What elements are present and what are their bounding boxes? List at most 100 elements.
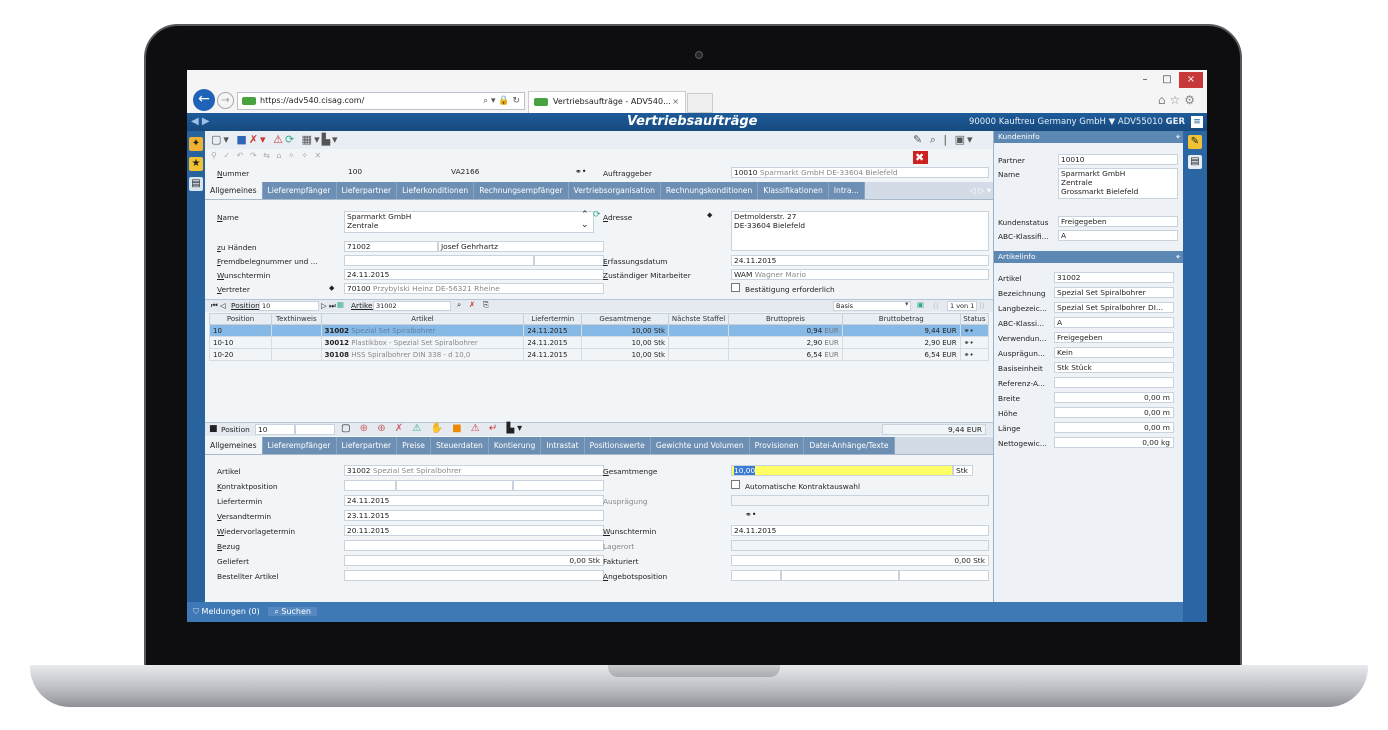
table-row[interactable]: 10-10 30012 Plastikbox - Spezial Set Spir… (208, 336, 990, 349)
window-list-icon[interactable]: ▤ (189, 177, 203, 191)
tab-close-icon[interactable]: × (672, 92, 679, 112)
search-icon[interactable]: ⌕ (457, 300, 461, 310)
new-tab-button[interactable] (687, 93, 713, 113)
fremdbeleg-input[interactable] (344, 255, 534, 266)
browser-tab[interactable]: Vertriebsaufträge - ADV540... × (528, 91, 686, 113)
pd-bestellt-input[interactable] (344, 570, 604, 581)
pd-gesamt-unit[interactable]: Stk (953, 465, 973, 476)
dropdown-chevron-icon[interactable]: ▾ (905, 300, 909, 308)
vertreter-input[interactable]: 70100 Przybylski Heinz DE-56321 Rheine (344, 283, 604, 294)
forward-icon[interactable]: → (217, 92, 234, 109)
chevron-updown-icon[interactable]: ⌃ ⌄ (581, 210, 589, 230)
erfassung-input[interactable]: 24.11.2015 (731, 255, 989, 266)
tab-pos-8[interactable]: Gewichte und Volumen (650, 437, 750, 454)
print-icon[interactable]: ▦▾ (302, 133, 322, 146)
clear-icon[interactable]: ✗ (469, 300, 475, 309)
notes-icon[interactable]: ✎ (1188, 135, 1202, 149)
bestaetigung-checkbox[interactable] (731, 283, 740, 292)
tab-pos-3[interactable]: Preise (397, 437, 431, 454)
tab-pos-6[interactable]: Intrastat (541, 437, 585, 454)
app-nav-arrows-icon[interactable]: ◀ ▶ (191, 113, 210, 131)
pd-bezug-input[interactable] (344, 540, 604, 551)
col-header[interactable]: Position (208, 313, 273, 325)
next-last-icon[interactable]: ▷ ⏭ (321, 301, 336, 311)
nummer2-input[interactable]: VA2166 (449, 167, 569, 178)
back-icon[interactable]: ← (193, 89, 215, 111)
col-header[interactable]: Status (959, 313, 990, 325)
tab-top-6[interactable]: Rechnungskonditionen (660, 182, 759, 199)
documents-icon[interactable]: ▤ (1188, 155, 1202, 169)
pd-lookup-icon[interactable]: ⚭• (745, 510, 756, 519)
position-nav-input[interactable]: 10 (259, 301, 319, 311)
position-bar-input-2[interactable] (295, 424, 335, 435)
chart-icon[interactable]: ▙▾ (322, 133, 340, 146)
maximize-button[interactable]: □ (1157, 72, 1177, 88)
app-context[interactable]: 90000 Kauftreu Germany GmbH ▼ ADV55010 G… (969, 113, 1185, 131)
pd-gesamt-input[interactable]: 10,00 (731, 465, 953, 476)
pd-artikel-input[interactable]: 31002 Spezial Set Spiralbohrer (344, 465, 604, 476)
col-header[interactable]: Bruttobetrag (841, 313, 961, 325)
tab-top-1[interactable]: Lieferempfänger (262, 182, 337, 199)
tab-pos-1[interactable]: Lieferempfänger (262, 437, 337, 454)
pager-next-icon[interactable]: ⟩⟩ (979, 301, 985, 310)
grid-icon[interactable]: ▦ (337, 300, 344, 309)
minimize-button[interactable]: – (1135, 72, 1155, 88)
tab-top-3[interactable]: Lieferkonditionen (397, 182, 475, 199)
zuhanden-name-input[interactable]: Josef Gehrhartz (438, 241, 604, 252)
col-header[interactable]: Gesamtmenge (581, 313, 670, 325)
fremdbeleg-input-2[interactable] (534, 255, 604, 266)
tab-pos-10[interactable]: Datei-Anhänge/Texte (804, 437, 895, 454)
name-input[interactable]: Sparmarkt GmbH Zentrale (344, 211, 594, 233)
artikel-nav-input[interactable]: 31002 (373, 301, 451, 311)
delete-icon[interactable]: ✗▾ (249, 133, 268, 146)
auftraggeber-input[interactable]: 10010 Sparmarkt GmbH DE-33604 Bielefeld (731, 167, 989, 178)
pd-angebot-input-3[interactable] (899, 570, 989, 581)
mitarbeiter-input[interactable]: WAM Wagner Mario (731, 269, 989, 280)
position-actions-icons[interactable]: ▢ ⊕ ⊕ ✗ ⚠ ✋ ■ ⚠ ↵ ▙▾ (341, 423, 525, 434)
pin-icon[interactable]: ⌖ (1176, 131, 1180, 143)
suchen-button[interactable]: ⌕ Suchen (268, 607, 317, 616)
adresse-input[interactable]: Detmolderstr. 27 DE-33604 Bielefeld (731, 211, 989, 251)
search-refresh-icon[interactable]: ⌕ ▾ 🔒 ↻ (483, 93, 520, 109)
tab-scroll-arrows-icon[interactable]: ◁ ▷ ▾ (970, 182, 991, 199)
pd-angebot-input-1[interactable] (731, 570, 781, 581)
menu-icon[interactable]: ≡ (1191, 116, 1203, 128)
close-button[interactable]: × (1179, 72, 1203, 88)
tab-pos-0[interactable]: Allgemeines (205, 437, 263, 454)
tab-top-8[interactable]: Intra... (828, 182, 865, 199)
save-icon[interactable]: ■ (236, 133, 248, 146)
pd-versand-input[interactable]: 23.11.2015 (344, 510, 604, 521)
wunsch-input[interactable]: 24.11.2015 (344, 269, 604, 280)
table-row[interactable]: 10 31002 Spezial Set Spiralbohrer 24.11.20… (208, 324, 990, 337)
basis-select[interactable]: Basis (833, 301, 911, 311)
pin-icon[interactable]: ⌖ (1176, 251, 1180, 263)
new-doc-icon[interactable]: ▢▾ (211, 133, 231, 146)
col-header[interactable]: Texthinweis (271, 313, 322, 325)
partner-lookup-icon[interactable]: ⚭• (575, 167, 586, 176)
action-icons[interactable]: ⚲ ✓ ↶ ↷ ⇆ ⌂ ✧ ✧ ✕ (211, 151, 323, 160)
position-bar-input[interactable]: 10 (255, 424, 295, 435)
first-prev-icon[interactable]: ⏮ ◁ (211, 301, 226, 311)
tab-pos-7[interactable]: Positionswerte (584, 437, 651, 454)
refresh-icon[interactable]: ⟳ (285, 133, 296, 146)
tab-top-2[interactable]: Lieferpartner (336, 182, 398, 199)
navigation-icon[interactable]: ✦ (189, 137, 203, 151)
pd-liefer-input[interactable]: 24.11.2015 (344, 495, 604, 506)
pd-kontrakt-input-3[interactable] (513, 480, 604, 491)
zuhanden-nr-input[interactable]: 71002 (344, 241, 438, 252)
meldungen-button[interactable]: Meldungen (0) (202, 607, 260, 616)
address-edit-icon[interactable]: ⟳ (593, 210, 601, 220)
tab-pos-2[interactable]: Lieferpartner (336, 437, 398, 454)
tab-top-0[interactable]: Allgemeines (205, 182, 263, 199)
pd-wieder-input[interactable]: 20.11.2015 (344, 525, 604, 536)
tab-top-4[interactable]: Rechnungsempfänger (474, 182, 569, 199)
tab-pos-5[interactable]: Kontierung (488, 437, 542, 454)
table-settings-icon[interactable]: ▣ (917, 300, 924, 309)
col-header[interactable]: Artikel (320, 313, 525, 325)
tab-pos-4[interactable]: Steuerdaten (430, 437, 489, 454)
attachment-icon[interactable]: ⎘ (483, 300, 489, 310)
tab-top-5[interactable]: Vertriebsorganisation (568, 182, 661, 199)
table-row[interactable]: 10-20 30108 HSS Spiralbohrer DIN 338 - d … (208, 348, 990, 361)
pd-angebot-input-2[interactable] (781, 570, 899, 581)
col-header[interactable]: Bruttopreis (728, 313, 843, 325)
